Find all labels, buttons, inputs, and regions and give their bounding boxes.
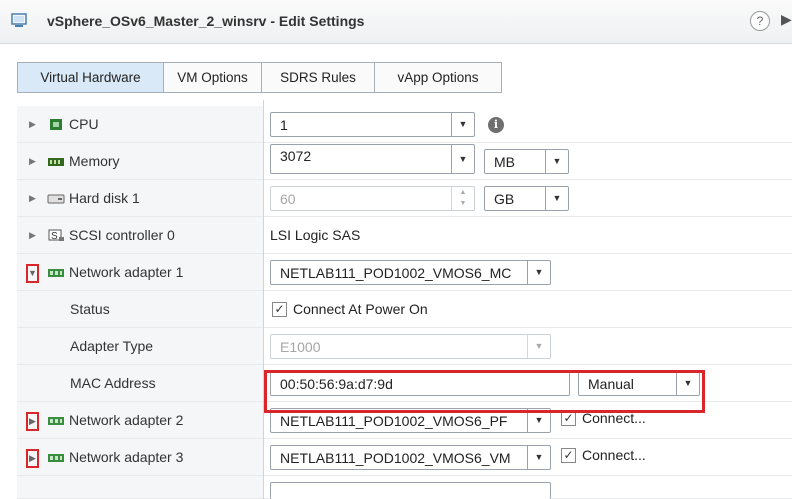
cpu-row: ▶ CPU 1 ▼ i [17,106,792,143]
expand-nic2-icon[interactable]: ▶ [26,412,39,431]
nic1-adapter-type-row: Adapter Type E1000 ▼ [17,328,792,365]
network-adapter-1-row: ▼ Network adapter 1 NETLAB111_POD1002_VM… [17,254,792,291]
nic3-network-select[interactable]: NETLAB111_POD1002_VMOS6_VM ▼ [270,445,551,470]
nic2-label: Network adapter 2 [69,412,184,428]
memory-size-select[interactable]: 3072 ▼ [270,144,475,174]
mac-highlight-box [264,370,705,413]
network-adapter-3-row: ▶ Network adapter 3 NETLAB111_POD1002_VM… [17,439,792,476]
help-icon[interactable]: ? [750,11,770,31]
svg-text:S: S [51,231,58,242]
expand-memory-icon[interactable]: ▶ [29,156,36,167]
hard-disk-unit-select[interactable]: GB ▼ [484,186,569,211]
memory-icon [48,158,64,166]
spin-up-icon[interactable]: ▲ [452,187,474,198]
spin-down-icon[interactable]: ▼ [452,198,474,209]
network-adapter-icon [48,269,64,277]
adapter-type-select[interactable]: E1000 ▼ [270,334,551,359]
nic3-connect-label: Connect... [582,447,646,463]
chevron-down-icon[interactable]: ▼ [451,145,474,173]
dialog-titlebar: vSphere_OSv6_Master_2_winsrv - Edit Sett… [0,0,792,44]
collapse-nic1-icon[interactable]: ▼ [26,264,39,283]
nic1-status-row: Status ✓ Connect At Power On [17,291,792,328]
scsi-label: SCSI controller 0 [69,227,175,243]
network-adapter-icon [48,417,64,425]
expand-cpu-icon[interactable]: ▶ [29,119,36,130]
nic2-connect-checkbox[interactable]: ✓ [561,411,576,426]
column-divider [263,100,264,499]
tab-virtual-hardware[interactable]: Virtual Hardware [17,62,164,93]
network-adapter-icon [48,454,64,462]
expand-scsi-icon[interactable]: ▶ [29,230,36,241]
more-icon[interactable]: ▶| [781,11,792,28]
scsi-row: ▶ S SCSI controller 0 LSI Logic SAS [17,217,792,254]
scsi-icon: S [48,229,64,242]
hard-disk-label: Hard disk 1 [69,190,140,206]
chevron-down-icon[interactable]: ▼ [527,335,550,358]
nic1-label: Network adapter 1 [69,264,184,280]
expand-nic3-icon[interactable]: ▶ [26,449,39,468]
info-icon[interactable]: i [488,117,504,133]
chevron-down-icon[interactable]: ▼ [545,187,568,210]
nic3-label: Network adapter 3 [69,449,184,465]
expand-hard-disk-icon[interactable]: ▶ [29,193,36,204]
memory-label: Memory [69,153,120,169]
nic3-connect-checkbox[interactable]: ✓ [561,448,576,463]
hard-disk-row: ▶ Hard disk 1 60 ▲ ▼ GB ▼ [17,180,792,217]
memory-row: ▶ Memory 3072 ▼ MB ▼ [17,143,792,180]
cpu-count-select[interactable]: 1 ▼ [270,112,475,137]
tab-vm-options[interactable]: VM Options [163,62,262,93]
hard-disk-icon [47,194,65,204]
next-device-row [17,476,792,499]
chevron-down-icon[interactable]: ▼ [545,150,568,173]
cpu-label: CPU [69,116,99,132]
tab-vapp-options[interactable]: vApp Options [374,62,502,93]
dialog-title: vSphere_OSv6_Master_2_winsrv - Edit Sett… [47,13,365,29]
cpu-icon [50,119,62,130]
mac-address-label: MAC Address [70,375,156,391]
nic1-network-select[interactable]: NETLAB111_POD1002_VMOS6_MC ▼ [270,260,551,285]
chevron-down-icon[interactable]: ▼ [451,113,474,136]
adapter-type-label: Adapter Type [70,338,154,354]
hard-disk-size-stepper[interactable]: 60 ▲ ▼ [270,186,475,211]
scsi-type-value: LSI Logic SAS [270,227,361,243]
status-label: Status [70,301,110,317]
tab-sdrs-rules[interactable]: SDRS Rules [261,62,375,93]
vm-icon [11,13,27,27]
next-device-select[interactable] [270,482,551,499]
memory-unit-select[interactable]: MB ▼ [484,149,569,174]
connect-at-power-on-label: Connect At Power On [293,301,428,317]
chevron-down-icon[interactable]: ▼ [527,446,550,469]
connect-at-power-on-checkbox[interactable]: ✓ [272,302,287,317]
chevron-down-icon[interactable]: ▼ [527,261,550,284]
